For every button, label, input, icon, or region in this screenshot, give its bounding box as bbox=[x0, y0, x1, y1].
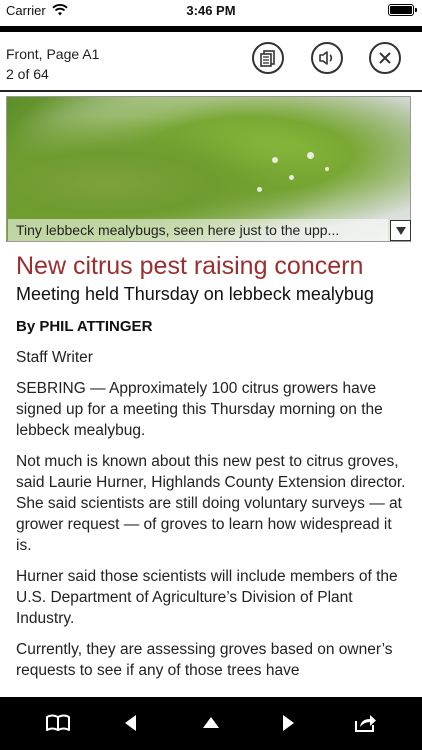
close-icon bbox=[379, 52, 391, 64]
up-icon bbox=[203, 717, 219, 728]
status-bar: Carrier 3:46 PM bbox=[0, 0, 422, 22]
article-paragraph: Hurner said those scientists will includ… bbox=[16, 568, 398, 627]
article-paragraph: Not much is known about this new pest to… bbox=[16, 453, 406, 554]
close-button[interactable] bbox=[369, 42, 401, 74]
author-role: Staff Writer bbox=[16, 349, 93, 366]
article-byline: By PHIL ATTINGER bbox=[16, 318, 153, 335]
article-paragraph: Currently, they are assessing groves bas… bbox=[16, 641, 393, 679]
text-view-icon bbox=[260, 50, 275, 67]
next-page-button[interactable] bbox=[274, 709, 302, 737]
page-counter: 2 of 64 bbox=[6, 66, 49, 82]
bottom-toolbar bbox=[0, 697, 422, 750]
previous-page-button[interactable] bbox=[117, 709, 145, 737]
audio-button[interactable] bbox=[311, 42, 343, 74]
section-label: Front, Page A1 bbox=[6, 46, 100, 62]
article: New citrus pest raising concern Meeting … bbox=[16, 252, 411, 691]
battery-icon bbox=[388, 4, 417, 16]
article-headline: New citrus pest raising concern bbox=[16, 252, 364, 280]
article-subhead: Meeting held Thursday on lebbeck mealybu… bbox=[16, 284, 374, 304]
previous-icon bbox=[125, 715, 136, 731]
share-icon bbox=[355, 715, 376, 732]
header-divider bbox=[0, 90, 422, 92]
library-button[interactable] bbox=[44, 709, 72, 737]
page-info: Front, Page A1 2 of 64 bbox=[6, 44, 99, 84]
share-button[interactable] bbox=[351, 709, 379, 737]
text-view-button[interactable] bbox=[252, 42, 284, 74]
page-up-button[interactable] bbox=[197, 709, 225, 737]
expand-caption-button[interactable] bbox=[390, 220, 411, 241]
next-icon bbox=[283, 715, 294, 731]
article-paragraph: SEBRING — Approximately 100 citrus growe… bbox=[16, 380, 383, 439]
triangle-down-icon bbox=[395, 226, 406, 235]
photo-caption: Tiny lebbeck mealybugs, seen here just t… bbox=[8, 219, 388, 241]
clock: 3:46 PM bbox=[186, 3, 236, 18]
book-icon bbox=[46, 714, 70, 731]
speaker-icon bbox=[319, 51, 333, 65]
top-bar bbox=[0, 26, 422, 32]
